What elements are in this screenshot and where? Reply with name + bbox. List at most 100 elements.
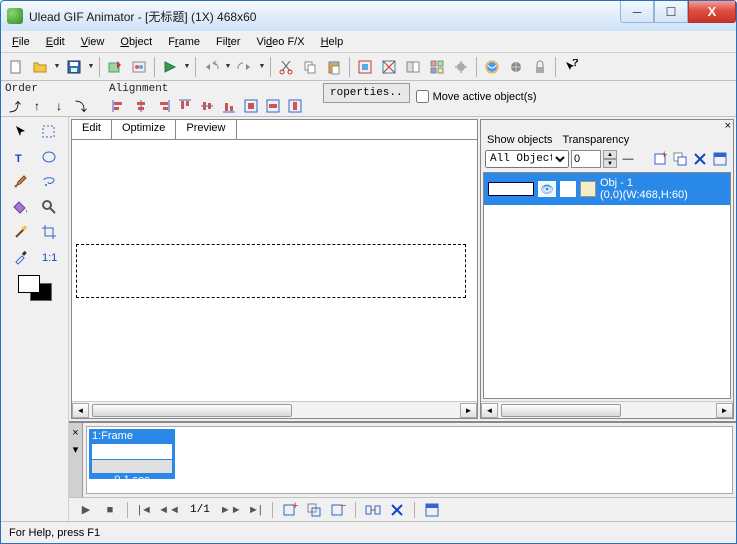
tool-d-button[interactable] <box>426 56 448 78</box>
order-front-button[interactable]: ⤴ <box>5 96 25 116</box>
new-button[interactable] <box>5 56 27 78</box>
wand-tool[interactable] <box>9 221 33 243</box>
align-top-button[interactable] <box>175 96 195 116</box>
obj-add-button[interactable]: + <box>651 150 669 168</box>
transparency-input[interactable] <box>571 150 601 168</box>
move-active-checkbox[interactable]: Move active object(s) <box>416 90 537 103</box>
canvas-viewport[interactable] <box>72 140 477 401</box>
object-item[interactable]: 👁 Obj - 1 (0,0)(W:468,H:60) <box>484 173 730 205</box>
del-frame-button[interactable]: − <box>329 501 347 519</box>
redo-button[interactable] <box>234 56 256 78</box>
align-hcenter-button[interactable] <box>131 96 151 116</box>
paste-button[interactable] <box>323 56 345 78</box>
foreground-color[interactable] <box>18 275 40 293</box>
canvas-object[interactable] <box>76 244 466 298</box>
tween-button[interactable] <box>364 501 382 519</box>
align-vcenter-button[interactable] <box>197 96 217 116</box>
open-dropdown[interactable]: ▼ <box>53 56 61 78</box>
titlebar[interactable]: Ulead GIF Animator - [无标题] (1X) 468x60 ─… <box>1 1 736 31</box>
fill-tool[interactable] <box>9 196 33 218</box>
align-right-button[interactable] <box>153 96 173 116</box>
object-list[interactable]: 👁 Obj - 1 (0,0)(W:468,H:60) <box>483 172 731 399</box>
tab-optimize[interactable]: Optimize <box>112 120 176 139</box>
transparency-slider-icon[interactable]: — <box>619 150 637 168</box>
preview-button[interactable] <box>159 56 181 78</box>
scroll-right-button[interactable]: ► <box>460 403 477 418</box>
frame-thumb[interactable]: 1:Frame 0.1 sec <box>89 429 175 479</box>
menu-object[interactable]: Object <box>113 34 159 50</box>
brush-tool[interactable] <box>9 171 33 193</box>
open-button[interactable] <box>29 56 51 78</box>
menu-help[interactable]: Help <box>314 34 351 50</box>
first-frame-button[interactable]: |◄ <box>136 501 154 519</box>
tab-edit[interactable]: Edit <box>72 120 112 139</box>
tool-a-button[interactable] <box>354 56 376 78</box>
menu-videofx[interactable]: Video F/X <box>249 34 311 50</box>
lock-button[interactable] <box>529 56 551 78</box>
undo-button[interactable] <box>200 56 222 78</box>
center-v-button[interactable] <box>285 96 305 116</box>
undo-dropdown[interactable]: ▼ <box>224 56 232 78</box>
menu-filter[interactable]: Filter <box>209 34 247 50</box>
menu-edit[interactable]: Edit <box>39 34 72 50</box>
visibility-icon[interactable]: 👁 <box>538 181 556 197</box>
actual-size-tool[interactable]: 1:1 <box>37 246 61 268</box>
tool-b-button[interactable] <box>378 56 400 78</box>
frame-props-button[interactable] <box>423 501 441 519</box>
objlist-hscrollbar[interactable]: ◄ ► <box>481 401 733 418</box>
timeline-collapse-icon[interactable]: ▾ <box>73 443 79 456</box>
timeline-track[interactable]: 1:Frame 0.1 sec <box>86 426 733 494</box>
last-frame-button[interactable]: ►| <box>246 501 264 519</box>
menu-frame[interactable]: Frame <box>161 34 207 50</box>
properties-button[interactable]: roperties.. <box>323 83 410 103</box>
stop-button[interactable]: ■ <box>101 501 119 519</box>
object-filter-select[interactable]: All Object <box>485 150 569 168</box>
center-canvas-button[interactable] <box>241 96 261 116</box>
dup-frame-button[interactable] <box>305 501 323 519</box>
prev-frame-button[interactable]: ◄◄ <box>160 501 178 519</box>
tab-preview[interactable]: Preview <box>176 120 236 139</box>
eyedropper-tool[interactable] <box>9 246 33 268</box>
menu-file[interactable]: File <box>5 34 37 50</box>
color-swatch[interactable] <box>18 275 52 301</box>
order-down-button[interactable]: ↓ <box>49 96 69 116</box>
center-h-button[interactable] <box>263 96 283 116</box>
scroll-left-button[interactable]: ◄ <box>72 403 89 418</box>
ellipse-tool[interactable] <box>37 146 61 168</box>
close-button[interactable]: X <box>688 1 736 23</box>
zoom-tool[interactable] <box>37 196 61 218</box>
menu-view[interactable]: View <box>74 34 112 50</box>
redo-dropdown[interactable]: ▼ <box>258 56 266 78</box>
save-button[interactable] <box>63 56 85 78</box>
tool-c-button[interactable] <box>402 56 424 78</box>
selection-tool[interactable] <box>37 121 61 143</box>
transparency-spinner[interactable]: ▲▼ <box>603 150 617 168</box>
scroll-thumb[interactable] <box>92 404 292 417</box>
ie-button[interactable] <box>481 56 503 78</box>
next-frame-button[interactable]: ►► <box>222 501 240 519</box>
pointer-tool[interactable] <box>9 121 33 143</box>
maximize-button[interactable]: ☐ <box>654 1 688 23</box>
export-button[interactable] <box>104 56 126 78</box>
order-back-button[interactable]: ⤵ <box>71 96 91 116</box>
play-button[interactable]: ▶ <box>77 501 95 519</box>
panel-close-icon[interactable]: × <box>725 120 731 132</box>
crop-tool[interactable] <box>37 221 61 243</box>
preview-dropdown[interactable]: ▼ <box>183 56 191 78</box>
timeline-close-icon[interactable]: × <box>72 427 78 439</box>
obj-duplicate-button[interactable] <box>671 150 689 168</box>
delay-button[interactable] <box>388 501 406 519</box>
copy-button[interactable] <box>299 56 321 78</box>
add-frame-button[interactable]: + <box>281 501 299 519</box>
object-slot-a[interactable] <box>560 181 576 197</box>
web-button[interactable] <box>505 56 527 78</box>
align-bottom-button[interactable] <box>219 96 239 116</box>
canvas-hscrollbar[interactable]: ◄ ► <box>72 401 477 418</box>
cut-button[interactable] <box>275 56 297 78</box>
minimize-button[interactable]: ─ <box>620 1 654 23</box>
align-left-button[interactable] <box>109 96 129 116</box>
order-up-button[interactable]: ↑ <box>27 96 47 116</box>
obj-delete-button[interactable] <box>691 150 709 168</box>
text-tool[interactable]: T <box>9 146 33 168</box>
tool-e-button[interactable] <box>450 56 472 78</box>
